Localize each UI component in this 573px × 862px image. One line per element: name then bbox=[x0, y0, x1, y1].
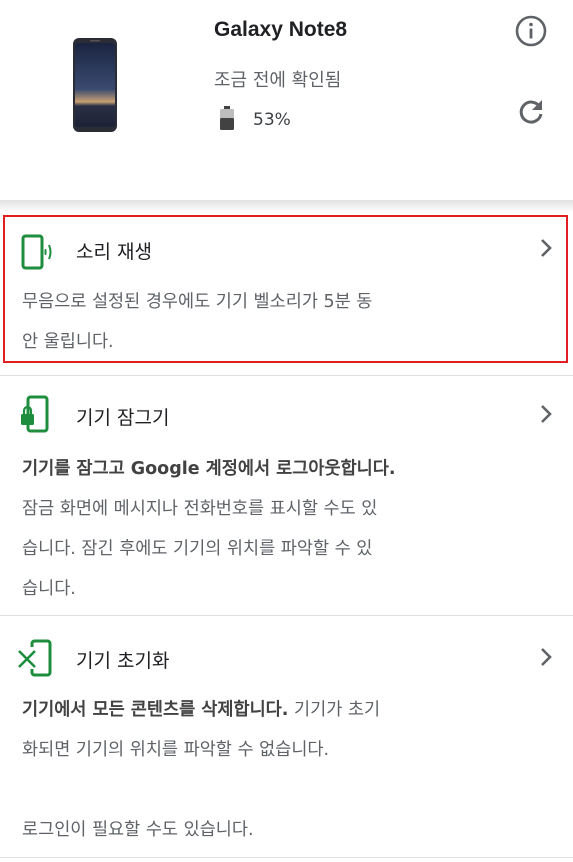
chevron-right-icon bbox=[541, 405, 552, 423]
lock-device-title: 기기 잠그기 bbox=[76, 407, 170, 429]
chevron-right-icon bbox=[541, 648, 552, 666]
erase-device-title: 기기 초기화 bbox=[76, 650, 170, 672]
description-line: 무음으로 설정된 경우에도 기기 벨소리가 5분 동 bbox=[22, 292, 373, 312]
divider bbox=[0, 857, 573, 858]
play-sound-option[interactable]: 소리 재생 무음으로 설정된 경우에도 기기 벨소리가 5분 동 안 울립니다. bbox=[0, 212, 573, 374]
refresh-icon[interactable] bbox=[516, 97, 546, 127]
description-line: 로그인이 필요할 수도 있습니다. bbox=[22, 820, 254, 840]
phone-erase-icon bbox=[18, 639, 52, 677]
description-line: 습니다. bbox=[22, 579, 76, 599]
play-sound-title: 소리 재생 bbox=[76, 241, 152, 263]
description-bold: 기기에서 모든 콘텐츠를 삭제합니다. bbox=[22, 700, 289, 720]
description-bold: 기기를 잠그고 Google 계정에서 로그아웃합니다. bbox=[22, 459, 396, 479]
description-line: 잠금 화면에 메시지나 전화번호를 표시할 수도 있 bbox=[22, 499, 378, 519]
description-line: 기기를 잠그고 Google 계정에서 로그아웃합니다. bbox=[22, 449, 482, 489]
erase-device-option[interactable]: 기기 초기화 기기에서 모든 콘텐츠를 삭제합니다. 기기가 초기 화되면 기기… bbox=[0, 616, 573, 856]
lock-device-option[interactable]: 기기 잠그기 기기를 잠그고 Google 계정에서 로그아웃합니다. 잠금 화… bbox=[0, 376, 573, 614]
chevron-right-icon bbox=[541, 239, 552, 257]
play-sound-description: 무음으로 설정된 경우에도 기기 벨소리가 5분 동 안 울립니다. bbox=[22, 282, 482, 362]
description-text: 기기가 초기 bbox=[288, 700, 381, 720]
lock-device-description: 기기를 잠그고 Google 계정에서 로그아웃합니다. 잠금 화면에 메시지나… bbox=[22, 449, 482, 609]
device-name: Galaxy Note8 bbox=[214, 18, 348, 41]
phone-ringing-icon bbox=[21, 234, 52, 270]
description-line: 화되면 기기의 위치를 파악할 수 없습니다. bbox=[22, 740, 330, 760]
description-line: 기기에서 모든 콘텐츠를 삭제합니다. 기기가 초기 bbox=[22, 690, 482, 730]
header-shadow bbox=[0, 200, 573, 212]
description-line: 습니다. 잠긴 후에도 기기의 위치를 파악할 수 있 bbox=[22, 539, 373, 559]
device-header: Galaxy Note8 조금 전에 확인됨 53% bbox=[0, 0, 573, 200]
battery-icon bbox=[220, 106, 234, 130]
battery-level: 53% bbox=[253, 110, 291, 130]
erase-device-description: 기기에서 모든 콘텐츠를 삭제합니다. 기기가 초기 화되면 기기의 위치를 파… bbox=[22, 690, 482, 850]
last-seen-status: 조금 전에 확인됨 bbox=[214, 70, 342, 91]
phone-image bbox=[73, 38, 117, 132]
info-icon[interactable] bbox=[514, 14, 548, 48]
description-line: 안 울립니다. bbox=[22, 332, 114, 352]
phone-lock-icon bbox=[21, 395, 49, 433]
